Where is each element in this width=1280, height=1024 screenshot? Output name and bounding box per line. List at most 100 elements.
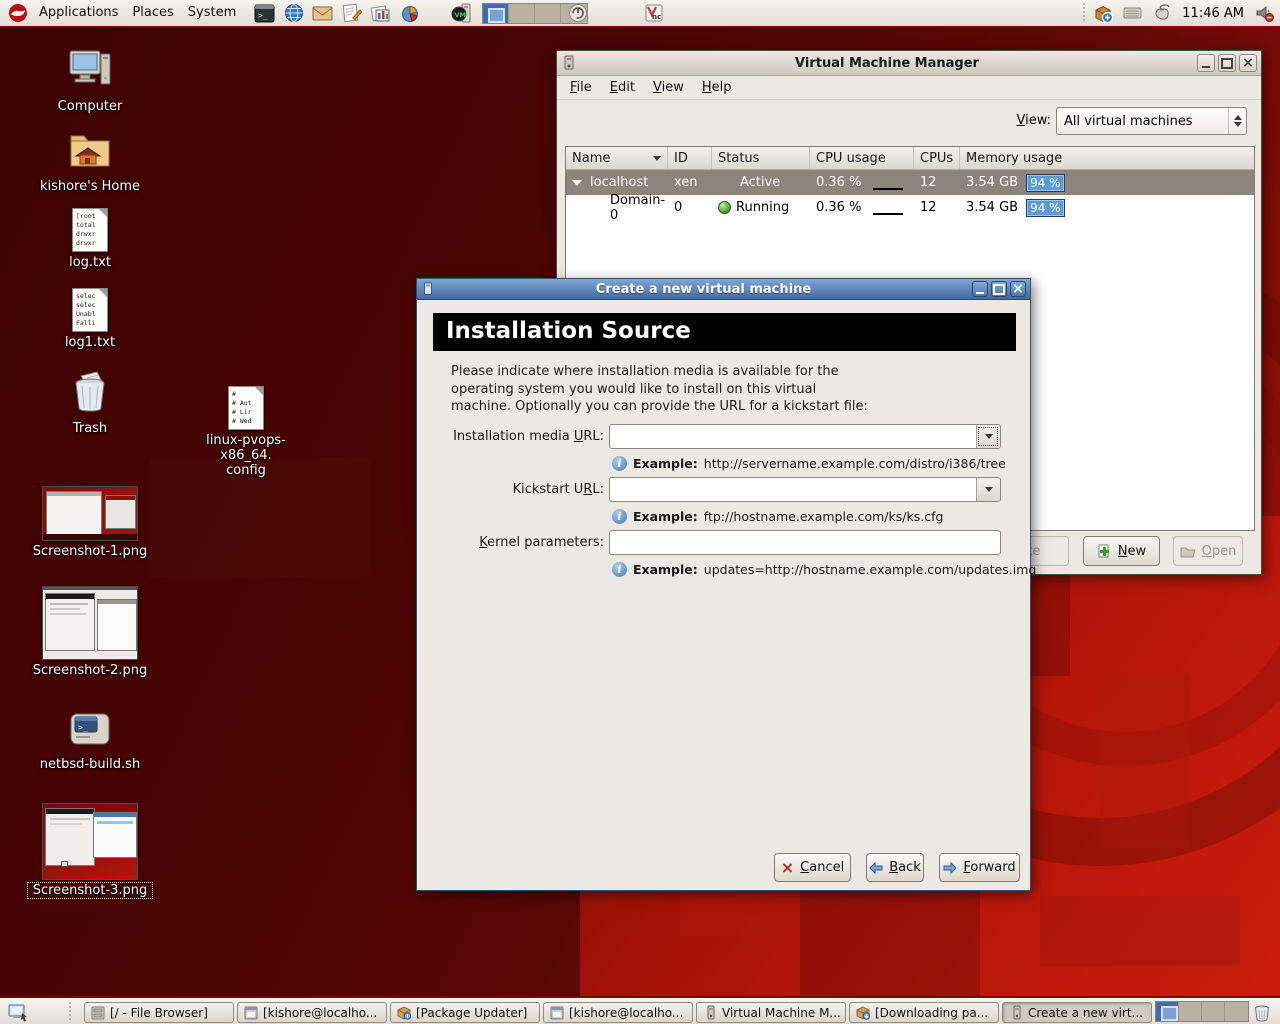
installation-media-url-combo xyxy=(609,424,1001,449)
desktop-icon-config-file[interactable]: # # Aut # Lir # Wed linux-pvops-x86_64. … xyxy=(184,386,308,478)
open-folder-icon xyxy=(1180,545,1196,558)
minimize-button[interactable] xyxy=(1197,54,1215,72)
desktop-icon-log1-txt[interactable]: selec selec Unabl Falli log1.txt xyxy=(28,288,152,350)
workspace-3[interactable] xyxy=(1202,1002,1225,1021)
desktop-icon-home[interactable]: kishore's Home xyxy=(28,128,152,194)
dialog-titlebar[interactable]: Create a new virtual machine xyxy=(417,279,1030,300)
kernel-parameters-input[interactable] xyxy=(609,530,1001,555)
taskbar-item-terminal-1[interactable]: [kishore@localho... xyxy=(237,1002,387,1023)
menu-view[interactable]: View xyxy=(644,76,693,100)
memory-percent-badge: 94 % xyxy=(1026,174,1065,192)
menu-help[interactable]: Help xyxy=(693,76,741,100)
forward-arrow-icon xyxy=(943,862,957,874)
table-row-domain0[interactable]: Domain-0 0 Running 0.36 % 12 3.54 GB94 % xyxy=(566,195,1254,220)
mouse-input-tray-icon[interactable] xyxy=(1150,2,1173,25)
workspace-1[interactable] xyxy=(1156,1002,1179,1021)
tray-separator xyxy=(1080,3,1087,23)
taskbar-item-package-updater[interactable]: [Package Updater] xyxy=(390,1002,540,1023)
desktop-icon-label: netbsd-build.sh xyxy=(28,757,152,772)
taskbar-separator xyxy=(66,1002,73,1022)
combo-dropdown-button[interactable] xyxy=(976,425,1000,448)
view-dropdown[interactable]: All virtual machines xyxy=(1056,107,1247,135)
menu-applications[interactable]: Applications xyxy=(32,0,125,26)
running-status-icon xyxy=(718,201,731,214)
svg-text:>_: >_ xyxy=(258,11,268,20)
combo-dropdown-button[interactable] xyxy=(976,478,1000,501)
desktop-icon-trash[interactable]: Trash xyxy=(28,368,152,436)
menu-file[interactable]: File xyxy=(561,76,601,100)
screenshot-thumbnail xyxy=(42,586,138,660)
clock[interactable]: 11:46 AM xyxy=(1176,6,1250,21)
workspace-2[interactable] xyxy=(1179,1002,1202,1021)
taskbar-item-downloading[interactable]: [Downloading pa... xyxy=(849,1002,999,1023)
column-header-status[interactable]: Status xyxy=(712,147,810,169)
workspace-4[interactable] xyxy=(1225,1002,1248,1021)
column-header-cpus[interactable]: CPUs xyxy=(914,147,960,169)
vm-manager-launcher-icon[interactable]: VM xyxy=(450,2,473,25)
open-button[interactable]: Open xyxy=(1173,536,1243,566)
web-browser-launcher-icon[interactable] xyxy=(282,2,305,25)
expander-icon[interactable] xyxy=(572,180,582,186)
volume-muted-tray-icon[interactable] xyxy=(1253,2,1276,25)
minimize-button[interactable] xyxy=(972,281,988,297)
installation-media-url-input[interactable] xyxy=(610,425,976,448)
desktop-icon-computer[interactable]: Computer xyxy=(28,48,152,114)
desktop-icon-netbsd-script[interactable]: >_ netbsd-build.sh xyxy=(28,708,152,772)
show-desktop-icon[interactable] xyxy=(7,1001,30,1024)
distro-logo-icon[interactable] xyxy=(6,2,29,25)
table-row-localhost[interactable]: localhost xen Active 0.36 % 12 3.54 GB94… xyxy=(566,170,1254,195)
kernel-parameters-label: Kernel parameters: xyxy=(417,535,604,550)
desktop-icon-log-txt[interactable]: [root total drwxr drwxr log.txt xyxy=(28,208,152,270)
pie-chart-launcher-icon[interactable] xyxy=(398,2,421,25)
menu-places[interactable]: Places xyxy=(125,0,180,26)
column-header-memory-usage[interactable]: Memory usage xyxy=(960,147,1254,169)
workspace-3[interactable] xyxy=(535,4,561,23)
desktop-icon-label: Trash xyxy=(28,421,152,436)
text-file-icon: selec selec Unabl Falli xyxy=(72,288,108,332)
close-button[interactable] xyxy=(1010,281,1026,297)
trash-icon xyxy=(67,368,113,414)
column-header-cpu-usage[interactable]: CPU usage xyxy=(810,147,914,169)
forward-button[interactable]: Forward xyxy=(939,853,1020,882)
vnc-icon[interactable]: nc xyxy=(642,2,665,25)
package-updates-tray-icon[interactable] xyxy=(1092,2,1115,25)
terminal-launcher-icon[interactable]: >_ xyxy=(253,2,276,25)
screenshot-thumbnail xyxy=(42,803,138,880)
kickstart-url-combo xyxy=(609,477,1001,502)
workspace-1[interactable] xyxy=(483,4,509,23)
column-header-id[interactable]: ID xyxy=(668,147,712,169)
taskbar-item-file-browser[interactable]: [/ - File Browser] xyxy=(84,1002,234,1023)
view-label: View: xyxy=(1016,113,1051,128)
maximize-button[interactable] xyxy=(991,281,1007,297)
kickstart-url-input[interactable] xyxy=(610,478,976,501)
power-indicator-icon[interactable] xyxy=(566,2,589,25)
system-tray: 11:46 AM xyxy=(1078,0,1280,26)
keyboard-tray-icon[interactable] xyxy=(1121,2,1144,25)
workspace-switcher-bottom[interactable] xyxy=(1155,1001,1249,1022)
taskbar-item-create-vm[interactable]: Create a new virt... xyxy=(1002,1002,1152,1023)
desktop-icon-screenshot1[interactable]: Screenshot-1.png xyxy=(28,486,152,559)
bottom-taskbar: [/ - File Browser] [kishore@localho... [… xyxy=(0,996,1280,1024)
desktop-icon-screenshot3[interactable]: Screenshot-3.png xyxy=(28,803,152,898)
presentation-launcher-icon[interactable] xyxy=(369,2,392,25)
taskbar-item-terminal-2[interactable]: [kishore@localho... xyxy=(543,1002,693,1023)
info-icon xyxy=(612,562,627,577)
trash-applet-icon[interactable] xyxy=(1250,1001,1273,1024)
maximize-button[interactable] xyxy=(1218,54,1236,72)
email-launcher-icon[interactable] xyxy=(311,2,334,25)
vmm-titlebar[interactable]: Virtual Machine Manager xyxy=(557,51,1261,76)
cancel-button[interactable]: × Cancel xyxy=(774,853,851,882)
column-header-name[interactable]: Name xyxy=(566,147,668,169)
back-button[interactable]: Back xyxy=(866,853,924,882)
menu-system[interactable]: System xyxy=(181,0,243,26)
info-icon xyxy=(612,509,627,524)
wallpaper-shape xyxy=(1040,896,1240,966)
menu-edit[interactable]: Edit xyxy=(601,76,644,100)
taskbar-item-vm-manager[interactable]: Virtual Machine M... xyxy=(696,1002,846,1023)
writer-launcher-icon[interactable] xyxy=(340,2,363,25)
new-button[interactable]: New xyxy=(1083,536,1160,566)
desktop-icon-label: Computer xyxy=(28,99,152,114)
close-button[interactable] xyxy=(1239,54,1257,72)
desktop-icon-screenshot2[interactable]: Screenshot-2.png xyxy=(28,586,152,678)
workspace-2[interactable] xyxy=(509,4,535,23)
